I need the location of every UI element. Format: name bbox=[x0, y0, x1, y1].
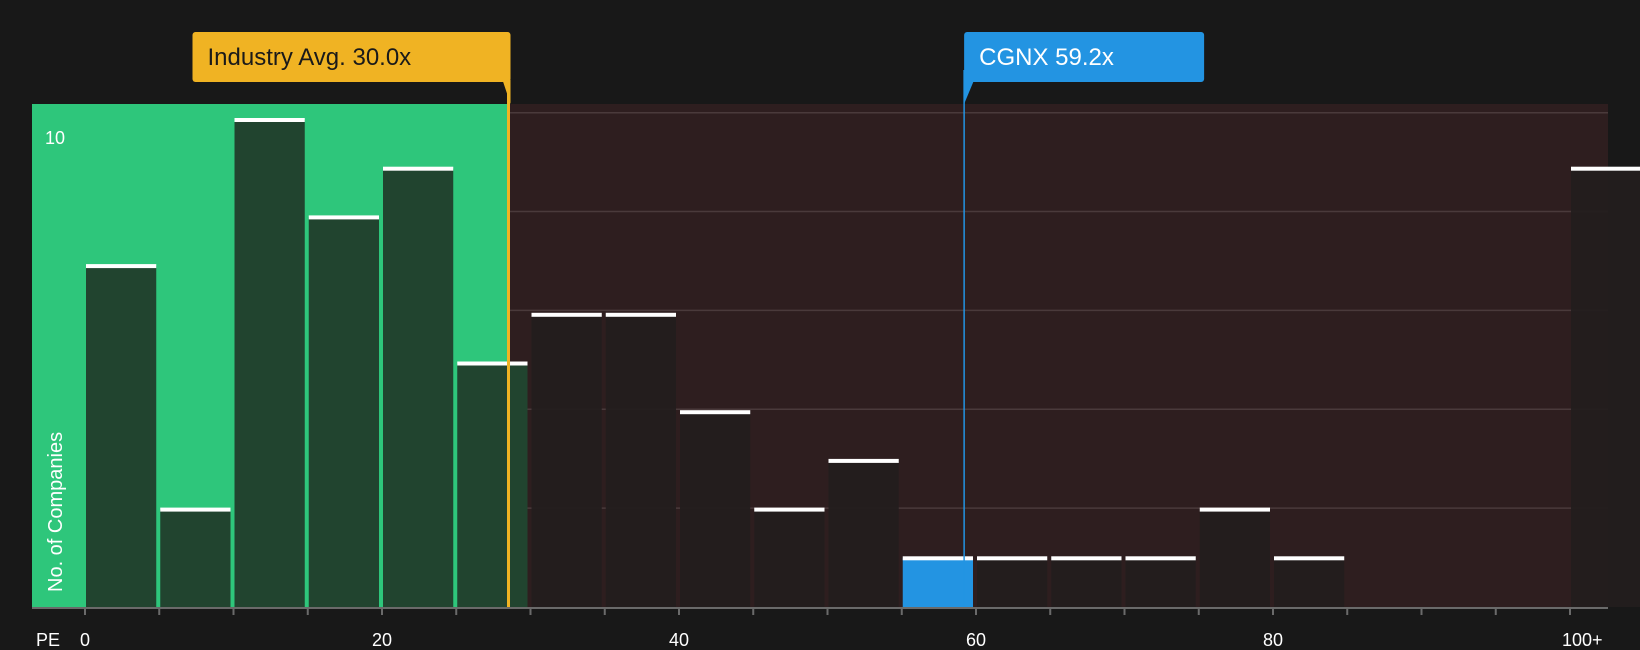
bar-cap bbox=[86, 264, 157, 269]
x-tick-label: 0 bbox=[80, 630, 90, 650]
histogram-bar bbox=[234, 120, 305, 607]
bar-cap bbox=[1571, 166, 1640, 171]
bar-cap bbox=[1051, 556, 1122, 561]
histogram-bar bbox=[1125, 558, 1196, 607]
bar-cap bbox=[1199, 507, 1270, 512]
x-axis-title: PE bbox=[36, 630, 60, 650]
callout-label: CGNX 59.2x bbox=[979, 44, 1114, 71]
bar-cap bbox=[383, 166, 454, 171]
histogram-bar bbox=[383, 168, 454, 607]
y-axis-title: No. of Companies bbox=[45, 432, 67, 592]
bar-cap bbox=[1125, 556, 1196, 561]
histogram-bar bbox=[308, 217, 379, 607]
x-tick-label: 100+ bbox=[1562, 630, 1603, 650]
histogram-bar bbox=[754, 509, 825, 607]
bar-cap bbox=[234, 118, 305, 122]
bar-cap bbox=[605, 312, 676, 317]
bar-cap bbox=[531, 312, 602, 317]
bar-cap bbox=[828, 458, 899, 463]
histogram-bar bbox=[902, 558, 973, 607]
histogram-bar bbox=[1571, 168, 1640, 607]
bar-cap bbox=[902, 556, 973, 561]
histogram-bar bbox=[680, 412, 751, 607]
histogram-bar bbox=[457, 363, 528, 607]
histogram-bar bbox=[605, 314, 676, 607]
x-tick-label: 40 bbox=[669, 630, 689, 650]
histogram-bar bbox=[531, 314, 602, 607]
x-tick-label: 60 bbox=[966, 630, 986, 650]
bar-cap bbox=[457, 361, 528, 366]
pe-distribution-chart: 0 20 40 60 80 100+ Industry Avg. 30.0x CGNX 59… bbox=[32, 32, 1640, 650]
x-axis: 0 20 40 60 80 100+ bbox=[32, 607, 1608, 650]
histogram-bar bbox=[1199, 509, 1270, 607]
callout-label: Industry Avg. 30.0x bbox=[208, 44, 412, 71]
histogram-bar bbox=[977, 558, 1048, 607]
bar-cap bbox=[977, 556, 1048, 561]
bar-cap bbox=[308, 215, 379, 220]
histogram-bar bbox=[160, 509, 231, 607]
callout-pointer bbox=[964, 80, 975, 104]
bar-cap bbox=[680, 410, 751, 415]
histogram-bar bbox=[1051, 558, 1122, 607]
histogram-bar bbox=[828, 460, 899, 607]
bar-cap bbox=[1274, 556, 1345, 561]
x-tick-label: 20 bbox=[372, 630, 392, 650]
x-tick-label: 80 bbox=[1263, 630, 1283, 650]
bar-cap bbox=[160, 507, 231, 512]
histogram-bar bbox=[1274, 558, 1345, 607]
bar-cap bbox=[754, 507, 825, 512]
histogram-bar bbox=[86, 266, 157, 607]
y-tick-label-10: 10 bbox=[45, 128, 65, 148]
